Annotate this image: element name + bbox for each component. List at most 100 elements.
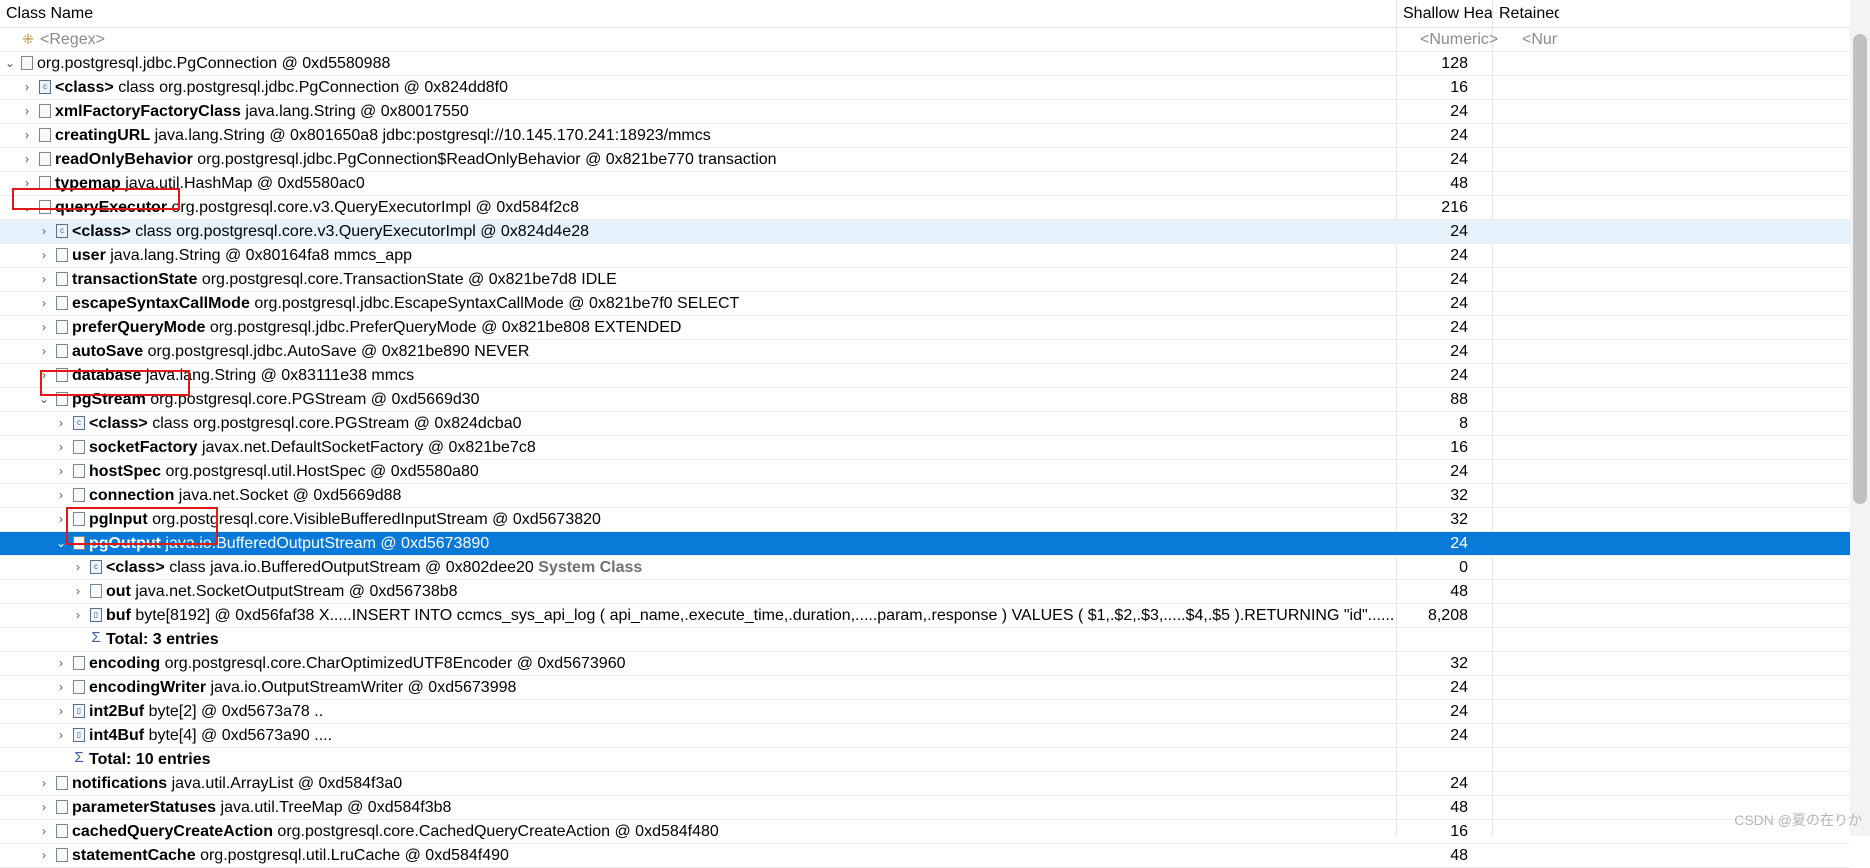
shallow-heap-value: 24 — [1450, 703, 1468, 720]
shallow-heap-value: 24 — [1450, 247, 1468, 264]
regex-filter-input[interactable]: <Regex> — [40, 28, 1660, 51]
tree-row-label: buf byte[8192] @ 0xd56faf38 X.....INSERT… — [106, 607, 1393, 624]
object-icon — [39, 152, 51, 166]
tree-row[interactable]: › creatingURL java.lang.String @ 0x80165… — [0, 124, 1850, 148]
shallow-heap-value: 24 — [1450, 727, 1468, 744]
annotation-box-query-executor — [12, 188, 180, 210]
tree-row[interactable]: › socketFactory javax.net.DefaultSocketF… — [0, 436, 1850, 460]
tree-row[interactable]: › c <class> class java.io.BufferedOutput… — [0, 556, 1850, 580]
object-icon — [73, 464, 85, 478]
chevron-right-icon[interactable]: › — [37, 292, 51, 315]
chevron-right-icon[interactable]: › — [54, 484, 68, 507]
tree-row[interactable]: › ▯ int2Buf byte[2] @ 0xd5673a78 .. 24 — [0, 700, 1850, 724]
tree-row[interactable]: › hostSpec org.postgresql.util.HostSpec … — [0, 460, 1850, 484]
filter-row: ⁜ <Regex> <Numeric> <Nur — [0, 28, 1850, 52]
tree-row[interactable]: ⌄ queryExecutor org.postgresql.core.v3.Q… — [0, 196, 1850, 220]
chevron-right-icon[interactable]: › — [54, 724, 68, 747]
object-icon — [73, 656, 85, 670]
chevron-right-icon[interactable]: › — [37, 220, 51, 243]
object-icon — [56, 272, 68, 286]
chevron-right-icon[interactable]: › — [37, 796, 51, 819]
chevron-right-icon[interactable]: › — [54, 460, 68, 483]
tree-row[interactable]: › out java.net.SocketOutputStream @ 0xd5… — [0, 580, 1850, 604]
chevron-right-icon[interactable]: › — [37, 772, 51, 795]
tree-row[interactable]: › notifications java.util.ArrayList @ 0x… — [0, 772, 1850, 796]
array-icon: ▯ — [73, 704, 85, 718]
object-icon — [56, 776, 68, 790]
column-class-name[interactable]: Class Name — [6, 0, 1406, 27]
tree-row[interactable]: › c <class> class org.postgresql.core.PG… — [0, 412, 1850, 436]
tree-row[interactable]: › c <class> class org.postgresql.core.v3… — [0, 220, 1850, 244]
annotation-box-pg-stream — [40, 370, 190, 396]
shallow-heap-value: 24 — [1450, 151, 1468, 168]
shallow-heap-value: 32 — [1450, 655, 1468, 672]
chevron-right-icon[interactable]: › — [20, 76, 34, 99]
tree-row[interactable]: › cachedQueryCreateAction org.postgresql… — [0, 820, 1850, 844]
tree-row[interactable]: › statementCache org.postgresql.util.Lru… — [0, 844, 1850, 868]
tree-row[interactable]: › connection java.net.Socket @ 0xd5669d8… — [0, 484, 1850, 508]
shallow-heap-value: 128 — [1441, 55, 1468, 72]
shallow-heap-value: 8 — [1459, 415, 1468, 432]
column-retained-heap[interactable]: Retained — [1499, 0, 1559, 27]
chevron-right-icon[interactable]: › — [54, 436, 68, 459]
tree-row[interactable]: › c <class> class org.postgresql.jdbc.Pg… — [0, 76, 1850, 100]
chevron-right-icon[interactable]: › — [37, 316, 51, 339]
shallow-heap-value: 24 — [1450, 295, 1468, 312]
vertical-scrollbar[interactable] — [1850, 0, 1870, 836]
column-shallow-heap[interactable]: Shallow Heap — [1403, 0, 1493, 27]
chevron-right-icon[interactable]: › — [37, 844, 51, 867]
chevron-right-icon[interactable]: › — [37, 820, 51, 843]
scrollbar-thumb[interactable] — [1853, 34, 1867, 504]
shallow-heap-value: 88 — [1450, 391, 1468, 408]
chevron-right-icon[interactable]: › — [20, 148, 34, 171]
chevron-right-icon[interactable]: › — [37, 268, 51, 291]
tree-row[interactable]: › autoSave org.postgresql.jdbc.AutoSave … — [0, 340, 1850, 364]
tree-row[interactable]: › xmlFactoryFactoryClass java.lang.Strin… — [0, 100, 1850, 124]
tree-row[interactable]: › parameterStatuses java.util.TreeMap @ … — [0, 796, 1850, 820]
heap-tree-table: ⁜ <Regex> <Numeric> <Nur ⌄ org.postgresq… — [0, 28, 1850, 868]
chevron-right-icon[interactable]: › — [54, 700, 68, 723]
tree-row[interactable]: › ▯ buf byte[8192] @ 0xd56faf38 X.....IN… — [0, 604, 1850, 628]
chevron-right-icon[interactable]: › — [71, 580, 85, 603]
tree-row[interactable]: › transactionState org.postgresql.core.T… — [0, 268, 1850, 292]
chevron-right-icon[interactable]: › — [37, 244, 51, 267]
shallow-heap-value: 24 — [1450, 775, 1468, 792]
shallow-heap-value: 32 — [1450, 511, 1468, 528]
shallow-heap-value: 48 — [1450, 175, 1468, 192]
shallow-heap-value: 24 — [1450, 223, 1468, 240]
chevron-right-icon[interactable]: › — [71, 556, 85, 579]
chevron-right-icon[interactable]: › — [54, 412, 68, 435]
object-icon — [39, 104, 51, 118]
object-icon — [56, 320, 68, 334]
tree-row-selected[interactable]: ⌄ pgOutput java.io.BufferedOutputStream … — [0, 532, 1850, 556]
tree-row[interactable]: › encodingWriter java.io.OutputStreamWri… — [0, 676, 1850, 700]
chevron-right-icon[interactable]: › — [54, 676, 68, 699]
tree-row[interactable]: ⌄ pgStream org.postgresql.core.PGStream … — [0, 388, 1850, 412]
retained-filter-input[interactable]: <Nur — [1522, 28, 1557, 51]
shallow-heap-value: 24 — [1450, 367, 1468, 384]
chevron-right-icon[interactable]: › — [37, 340, 51, 363]
chevron-right-icon[interactable]: › — [20, 100, 34, 123]
tree-row[interactable]: › escapeSyntaxCallMode org.postgresql.jd… — [0, 292, 1850, 316]
total-row: Σ Total: 3 entries — [0, 628, 1850, 652]
tree-row[interactable]: › database java.lang.String @ 0x83111e38… — [0, 364, 1850, 388]
tree-row[interactable]: ⌄ org.postgresql.jdbc.PgConnection @ 0xd… — [0, 52, 1850, 76]
object-icon — [73, 488, 85, 502]
tree-row[interactable]: › ▯ int4Buf byte[4] @ 0xd5673a90 .... 24 — [0, 724, 1850, 748]
chevron-down-icon[interactable]: ⌄ — [3, 52, 17, 75]
object-icon — [73, 680, 85, 694]
total-label: Total: 10 entries — [89, 751, 211, 768]
object-icon — [56, 848, 68, 862]
chevron-right-icon[interactable]: › — [20, 124, 34, 147]
shallow-heap-value: 16 — [1450, 823, 1468, 840]
object-icon — [56, 344, 68, 358]
tree-row[interactable]: › user java.lang.String @ 0x80164fa8 mmc… — [0, 244, 1850, 268]
tree-row[interactable]: › encoding org.postgresql.core.CharOptim… — [0, 652, 1850, 676]
tree-row[interactable]: › pgInput org.postgresql.core.VisibleBuf… — [0, 508, 1850, 532]
tree-row[interactable]: › readOnlyBehavior org.postgresql.jdbc.P… — [0, 148, 1850, 172]
tree-row[interactable]: › preferQueryMode org.postgresql.jdbc.Pr… — [0, 316, 1850, 340]
shallow-filter-input[interactable]: <Numeric> — [1420, 28, 1498, 51]
chevron-right-icon[interactable]: › — [54, 652, 68, 675]
chevron-right-icon[interactable]: › — [71, 604, 85, 627]
tree-row[interactable]: › typemap java.util.HashMap @ 0xd5580ac0… — [0, 172, 1850, 196]
